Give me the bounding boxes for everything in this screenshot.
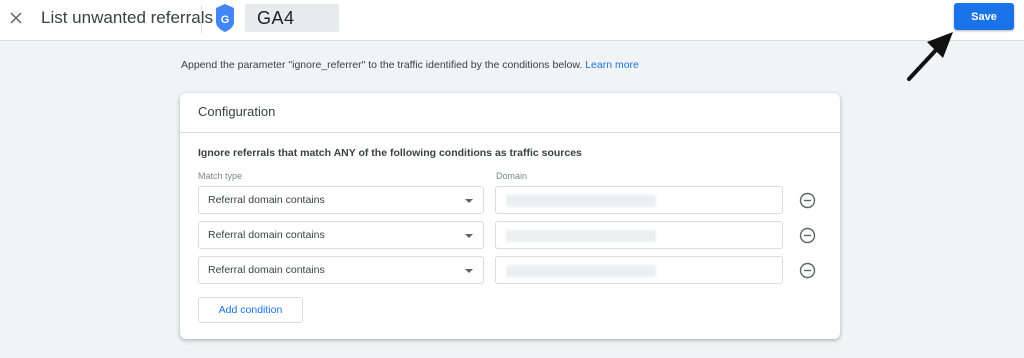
match-type-label: Match type	[198, 171, 243, 181]
intro-text: Append the parameter "ignore_referrer" t…	[181, 59, 639, 71]
match-type-value: Referral domain contains	[208, 194, 325, 206]
chevron-down-icon	[465, 269, 473, 273]
page-title: List unwanted referrals	[41, 8, 213, 27]
arrow-pointer-icon	[907, 32, 953, 81]
add-condition-button[interactable]: Add condition	[198, 297, 303, 323]
top-app-bar: List unwanted referrals G GA4 Save	[0, 0, 1024, 41]
property-selector[interactable]: GA4	[245, 4, 339, 32]
redacted-domain-value	[506, 265, 656, 277]
card-title: Configuration	[198, 104, 276, 119]
remove-condition-button[interactable]	[799, 192, 816, 209]
domain-input[interactable]	[495, 221, 783, 249]
close-icon	[10, 12, 22, 24]
domain-input[interactable]	[495, 186, 783, 214]
section-heading: Ignore referrals that match ANY of the f…	[198, 147, 582, 159]
learn-more-link[interactable]: Learn more	[585, 59, 639, 71]
remove-condition-button[interactable]	[799, 227, 816, 244]
domain-input[interactable]	[495, 256, 783, 284]
divider	[201, 5, 202, 33]
property-name: GA4	[257, 8, 295, 28]
match-type-value: Referral domain contains	[208, 264, 325, 276]
remove-circle-icon	[799, 192, 816, 209]
google-analytics-icon: G	[216, 4, 234, 32]
domain-label: Domain	[496, 171, 528, 181]
remove-circle-icon	[799, 262, 816, 279]
configuration-card: Configuration Ignore referrals that matc…	[180, 93, 840, 339]
match-type-select[interactable]: Referral domain contains	[198, 186, 484, 214]
close-button[interactable]	[6, 6, 26, 30]
match-type-select[interactable]: Referral domain contains	[198, 221, 484, 249]
redacted-domain-value	[506, 230, 656, 242]
card-header: Configuration	[180, 93, 840, 133]
redacted-domain-value	[506, 195, 656, 207]
save-button[interactable]: Save	[954, 3, 1014, 30]
intro-description: Append the parameter "ignore_referrer" t…	[181, 59, 583, 71]
match-type-select[interactable]: Referral domain contains	[198, 256, 484, 284]
svg-text:G: G	[221, 14, 230, 26]
chevron-down-icon	[465, 199, 473, 203]
remove-condition-button[interactable]	[799, 262, 816, 279]
match-type-value: Referral domain contains	[208, 229, 325, 241]
remove-circle-icon	[799, 227, 816, 244]
chevron-down-icon	[465, 234, 473, 238]
